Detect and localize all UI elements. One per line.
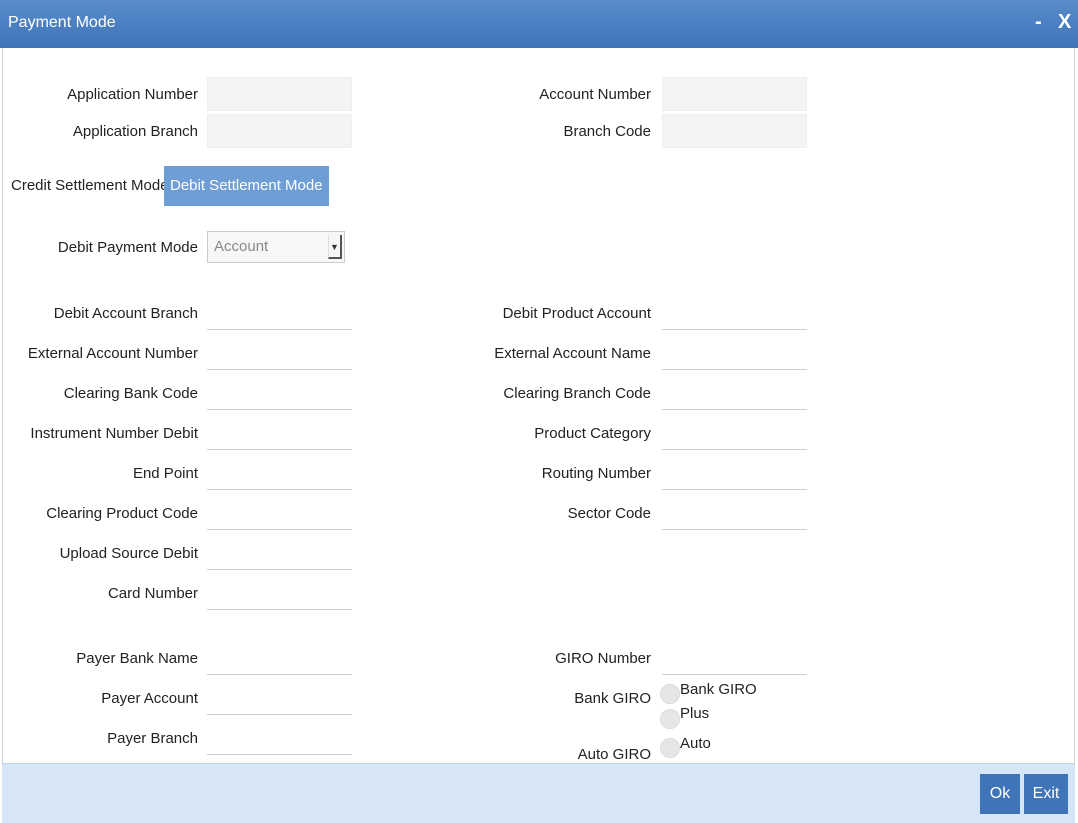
- external-account-name-field[interactable]: [662, 336, 807, 370]
- account-number-label: Account Number: [539, 86, 651, 103]
- branch-code-label: Branch Code: [563, 123, 651, 140]
- window-title: Payment Mode: [8, 14, 116, 31]
- bank-giro-option-label: Bank GIRO: [680, 681, 757, 698]
- sector-code-field[interactable]: [662, 496, 807, 530]
- tab-debit-settlement-mode[interactable]: Debit Settlement Mode: [164, 166, 329, 206]
- application-number-label: Application Number: [67, 86, 198, 103]
- auto-option-label: Auto: [680, 735, 711, 752]
- external-account-number-field[interactable]: [207, 336, 352, 370]
- payer-bank-name-label: Payer Bank Name: [76, 650, 198, 667]
- end-point-label: End Point: [132, 465, 198, 482]
- close-button[interactable]: X: [1058, 11, 1071, 34]
- clearing-branch-code-label: Clearing Branch Code: [503, 385, 651, 402]
- payer-account-field[interactable]: [207, 681, 352, 715]
- clearing-product-code-label: Clearing Product Code: [46, 505, 198, 522]
- clearing-branch-code-field[interactable]: [662, 376, 807, 410]
- external-account-number-label: External Account Number: [27, 345, 198, 362]
- title-bar: Payment Mode - X: [0, 0, 1078, 48]
- bank-giro-label: Bank GIRO: [574, 690, 651, 707]
- exit-button[interactable]: Exit: [1024, 774, 1068, 814]
- giro-number-label: GIRO Number: [555, 650, 651, 667]
- sector-code-label: Sector Code: [567, 505, 651, 522]
- chevron-down-icon[interactable]: ▼: [328, 235, 342, 259]
- upload-source-debit-label: Upload Source Debit: [59, 545, 198, 562]
- debit-product-account-label: Debit Product Account: [502, 305, 651, 322]
- card-number-label: Card Number: [107, 585, 198, 602]
- clearing-bank-code-label: Clearing Bank Code: [63, 385, 198, 402]
- branch-code-field[interactable]: [662, 114, 807, 148]
- debit-payment-mode-select[interactable]: Account ▼: [207, 231, 345, 263]
- instrument-number-debit-field[interactable]: [207, 416, 352, 450]
- ok-button[interactable]: Ok: [980, 774, 1020, 814]
- auto-radio[interactable]: [660, 738, 680, 758]
- debit-product-account-field[interactable]: [662, 296, 807, 330]
- application-branch-field[interactable]: [207, 114, 352, 148]
- upload-source-debit-field[interactable]: [207, 536, 352, 570]
- footer-bar: Ok Exit: [2, 763, 1075, 823]
- routing-number-label: Routing Number: [541, 465, 651, 482]
- end-point-field[interactable]: [207, 456, 352, 490]
- debit-account-branch-label: Debit Account Branch: [53, 305, 198, 322]
- debit-payment-mode-value: Account: [214, 238, 269, 255]
- payer-bank-name-field[interactable]: [207, 641, 352, 675]
- debit-payment-mode-label: Debit Payment Mode: [57, 239, 198, 256]
- routing-number-field[interactable]: [662, 456, 807, 490]
- card-number-field[interactable]: [207, 576, 352, 610]
- payer-account-label: Payer Account: [101, 690, 198, 707]
- clearing-product-code-field[interactable]: [207, 496, 352, 530]
- plus-radio[interactable]: [660, 709, 680, 729]
- product-category-label: Product Category: [534, 425, 651, 442]
- bank-giro-radio[interactable]: [660, 684, 680, 704]
- application-branch-label: Application Branch: [72, 123, 198, 140]
- plus-option-label: Plus: [680, 705, 710, 722]
- product-category-field[interactable]: [662, 416, 807, 450]
- account-number-field[interactable]: [662, 77, 807, 111]
- payer-branch-field[interactable]: [207, 721, 352, 755]
- tab-credit-settlement-mode[interactable]: Credit Settlement Mode: [11, 166, 169, 206]
- clearing-bank-code-field[interactable]: [207, 376, 352, 410]
- payer-branch-label: Payer Branch: [107, 730, 198, 747]
- application-number-field[interactable]: [207, 77, 352, 111]
- auto-giro-label: Auto GIRO: [577, 746, 651, 763]
- debit-account-branch-field[interactable]: [207, 296, 352, 330]
- instrument-number-debit-label: Instrument Number Debit: [30, 425, 198, 442]
- minimize-button[interactable]: -: [1035, 11, 1042, 34]
- external-account-name-label: External Account Name: [494, 345, 651, 362]
- giro-number-field[interactable]: [662, 641, 807, 675]
